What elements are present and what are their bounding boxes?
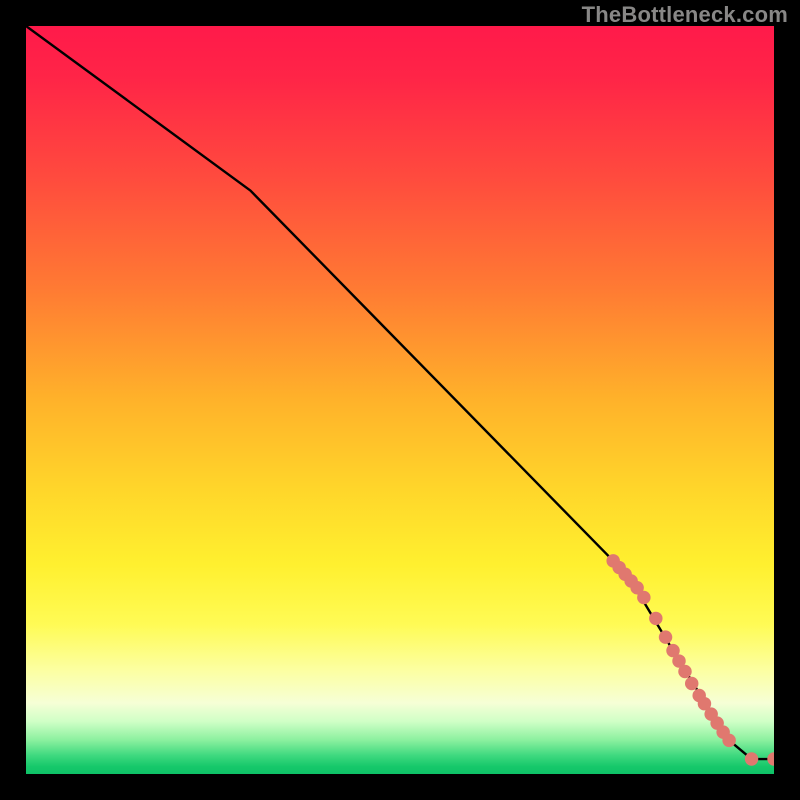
chart-background	[26, 26, 774, 774]
data-marker	[722, 734, 735, 747]
data-marker	[685, 677, 698, 690]
watermark-label: TheBottleneck.com	[582, 2, 788, 28]
chart-svg	[26, 26, 774, 774]
data-marker	[659, 630, 672, 643]
data-marker	[649, 612, 662, 625]
chart-frame: TheBottleneck.com	[0, 0, 800, 800]
data-marker	[637, 591, 650, 604]
data-marker	[678, 665, 691, 678]
chart-plot-area	[26, 26, 774, 774]
data-marker	[745, 752, 758, 765]
